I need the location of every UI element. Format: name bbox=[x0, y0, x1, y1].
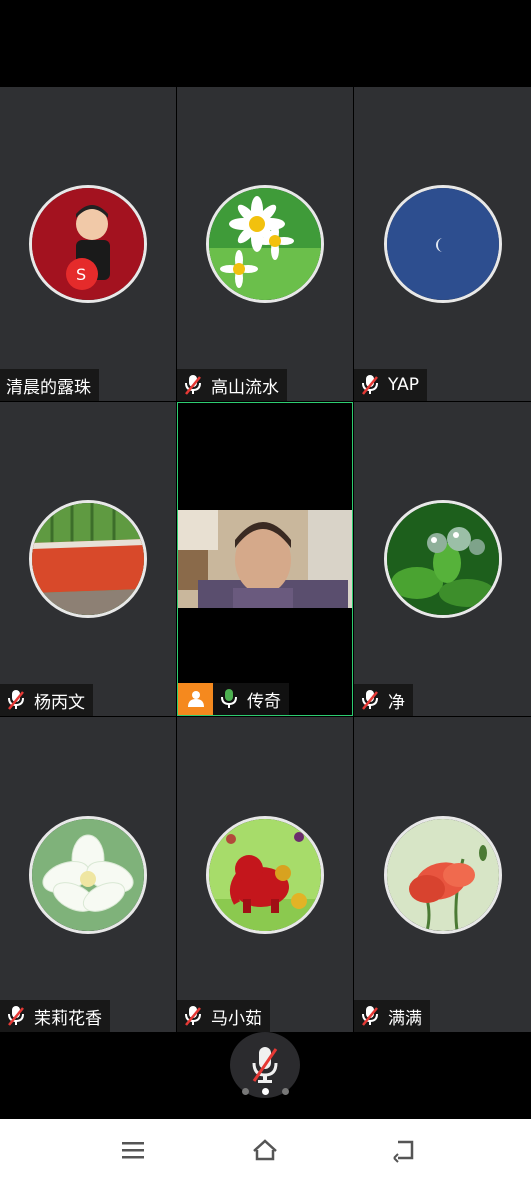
participant-name-tag: 净 bbox=[354, 684, 413, 716]
participant-grid: S 清晨的露珠 高山流水 YAP 杨丙文 传奇 净 茉莉花香 马小茹 满满 bbox=[0, 87, 531, 1032]
participant-name-tag: 清晨的露珠 bbox=[0, 369, 99, 401]
participant-name: 马小茹 bbox=[211, 1008, 262, 1029]
bamboo-wall-avatar bbox=[29, 500, 147, 618]
page-dot[interactable] bbox=[282, 1088, 289, 1095]
camera-video-feed bbox=[178, 510, 352, 608]
menu-icon[interactable] bbox=[120, 1137, 146, 1163]
participant-tile[interactable]: YAP bbox=[354, 87, 531, 401]
mic-muted-icon bbox=[362, 375, 378, 395]
mic-live-icon bbox=[221, 689, 237, 708]
water-drops-avatar bbox=[383, 500, 502, 618]
participant-name: 满满 bbox=[388, 1008, 422, 1029]
white-flower-avatar bbox=[29, 815, 147, 934]
mic-muted-icon bbox=[362, 690, 378, 710]
system-navigation-bar bbox=[0, 1119, 531, 1181]
participant-tile-active-speaker[interactable]: 传奇 bbox=[177, 402, 353, 716]
mic-muted-icon bbox=[185, 1006, 201, 1026]
participant-name: 清晨的露珠 bbox=[6, 377, 91, 398]
host-icon bbox=[178, 683, 213, 715]
elephant-avatar bbox=[206, 815, 324, 934]
participant-name-tag: 杨丙文 bbox=[0, 684, 93, 716]
back-icon[interactable] bbox=[392, 1137, 418, 1163]
participant-name-tag: YAP bbox=[354, 369, 427, 401]
participant-name-tag: 茉莉花香 bbox=[0, 1000, 110, 1032]
participant-tile[interactable]: 满满 bbox=[354, 717, 531, 1032]
participant-tile[interactable]: 马小茹 bbox=[177, 717, 353, 1032]
page-dot[interactable] bbox=[242, 1088, 249, 1095]
participant-tile[interactable]: 茉莉花香 bbox=[0, 717, 176, 1032]
home-icon[interactable] bbox=[252, 1137, 278, 1163]
participant-name: 净 bbox=[388, 692, 405, 713]
poppy-avatar bbox=[383, 815, 502, 934]
participant-tile[interactable]: S 清晨的露珠 bbox=[0, 87, 176, 401]
participant-name-tag: 满满 bbox=[354, 1000, 430, 1032]
participant-name: 高山流水 bbox=[211, 377, 279, 398]
participant-name: YAP bbox=[388, 375, 419, 395]
page-dot-current[interactable] bbox=[262, 1088, 269, 1095]
participant-name: 茉莉花香 bbox=[34, 1008, 102, 1029]
moon-avatar bbox=[383, 185, 502, 303]
participant-name: 传奇 bbox=[247, 691, 281, 712]
mic-muted-icon bbox=[185, 375, 201, 395]
participant-name: 杨丙文 bbox=[34, 692, 85, 713]
svg-text:S: S bbox=[76, 265, 86, 284]
participant-name-tag: 高山流水 bbox=[177, 369, 287, 401]
mic-muted-icon bbox=[8, 690, 24, 710]
participant-tile[interactable]: 高山流水 bbox=[177, 87, 353, 401]
mic-muted-icon bbox=[362, 1006, 378, 1026]
participant-tile[interactable]: 净 bbox=[354, 402, 531, 716]
mic-muted-icon bbox=[252, 1047, 278, 1083]
meeting-control-bar bbox=[0, 1032, 531, 1119]
portrait-avatar: S bbox=[29, 185, 147, 303]
top-status-area bbox=[0, 0, 531, 87]
page-indicator bbox=[0, 1088, 531, 1095]
participant-name-tag: 马小茹 bbox=[177, 1000, 270, 1032]
participant-tile[interactable]: 杨丙文 bbox=[0, 402, 176, 716]
daisy-avatar bbox=[206, 185, 324, 303]
mic-muted-icon bbox=[8, 1006, 24, 1026]
participant-name-tag: 传奇 bbox=[213, 683, 289, 715]
